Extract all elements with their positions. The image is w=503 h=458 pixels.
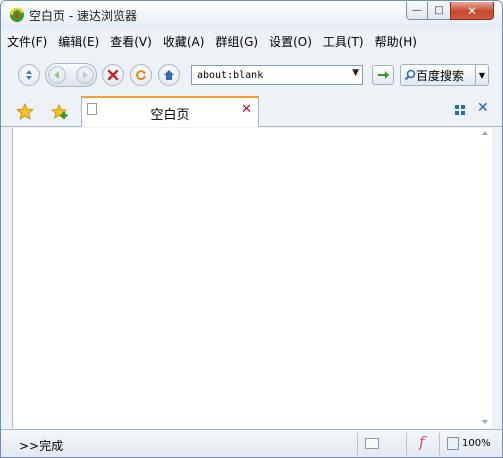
status-divider: [357, 433, 358, 455]
home-icon: [164, 70, 174, 80]
add-favorite-icon[interactable]: [51, 103, 69, 120]
address-dropdown-icon[interactable]: ▼: [352, 68, 359, 78]
tab-blank-page[interactable]: 空白页 ✕: [81, 96, 259, 127]
scroll-up-icon[interactable]: [482, 131, 488, 135]
address-input[interactable]: [192, 66, 342, 84]
navigation-toolbar: ▼ 百度搜索 ▼: [1, 57, 502, 95]
status-divider: [439, 433, 440, 455]
tab-close-icon[interactable]: ✕: [241, 102, 252, 117]
page-content[interactable]: [12, 128, 489, 428]
go-button[interactable]: [372, 65, 394, 85]
tab-overview-icon[interactable]: [455, 105, 466, 116]
menu-help[interactable]: 帮助(H): [375, 33, 417, 50]
status-divider: [406, 433, 407, 455]
refresh-button[interactable]: [130, 64, 152, 86]
status-text: >>完成: [19, 439, 64, 453]
page-status-icon[interactable]: [365, 438, 379, 449]
address-bar[interactable]: ▼: [191, 65, 363, 85]
search-icon: [404, 69, 416, 81]
maximize-button[interactable]: □: [427, 2, 451, 20]
expand-icon: [26, 70, 32, 80]
menu-favorites[interactable]: 收藏(A): [163, 33, 205, 50]
menu-edit[interactable]: 编辑(E): [58, 33, 99, 50]
tab-bar: 空白页 ✕ ✕: [1, 95, 502, 127]
flash-icon[interactable]: f: [419, 433, 425, 451]
favorites-star-icon[interactable]: [16, 103, 34, 120]
search-button[interactable]: 百度搜索: [400, 64, 476, 86]
zoom-level[interactable]: 100%: [462, 438, 491, 449]
close-all-tabs-icon[interactable]: ✕: [477, 100, 489, 116]
menu-file[interactable]: 文件(F): [7, 33, 47, 50]
menu-view[interactable]: 查看(V): [110, 33, 152, 50]
browser-logo-icon: [10, 7, 24, 22]
window-title: 空白页 - 速达浏览器: [29, 9, 137, 23]
title-bar[interactable]: 空白页 - 速达浏览器 — □ ✕: [1, 1, 502, 29]
status-bar: >>完成 f 100%: [1, 429, 502, 457]
stop-icon: [107, 69, 119, 81]
forward-icon: [83, 71, 88, 79]
back-icon: [54, 71, 59, 79]
vertical-scrollbar[interactable]: [479, 128, 492, 428]
home-button[interactable]: [158, 64, 180, 86]
back-button[interactable]: [48, 66, 66, 84]
go-arrow-icon: [377, 71, 389, 79]
search-label: 百度搜索: [416, 68, 465, 83]
back-forward-group: [45, 63, 97, 87]
zoom-icon[interactable]: [447, 437, 459, 450]
browser-window: 空白页 - 速达浏览器 — □ ✕ 文件(F) 编辑(E) 查看(V) 收藏(A…: [0, 0, 503, 458]
search-engine-dropdown[interactable]: ▼: [475, 64, 489, 86]
minimize-button[interactable]: —: [406, 2, 428, 20]
menu-tools[interactable]: 工具(T): [323, 33, 364, 50]
close-button[interactable]: ✕: [450, 2, 494, 20]
tab-label: 空白页: [150, 108, 190, 123]
menu-groups[interactable]: 群组(G): [215, 33, 258, 50]
forward-button[interactable]: [76, 66, 94, 84]
menu-bar: 文件(F) 编辑(E) 查看(V) 收藏(A) 群组(G) 设置(O) 工具(T…: [1, 30, 502, 52]
refresh-icon: [136, 70, 146, 81]
menu-settings[interactable]: 设置(O): [269, 33, 312, 50]
stop-button[interactable]: [102, 64, 124, 86]
scroll-down-icon[interactable]: [482, 420, 488, 424]
expand-button[interactable]: [18, 64, 40, 86]
